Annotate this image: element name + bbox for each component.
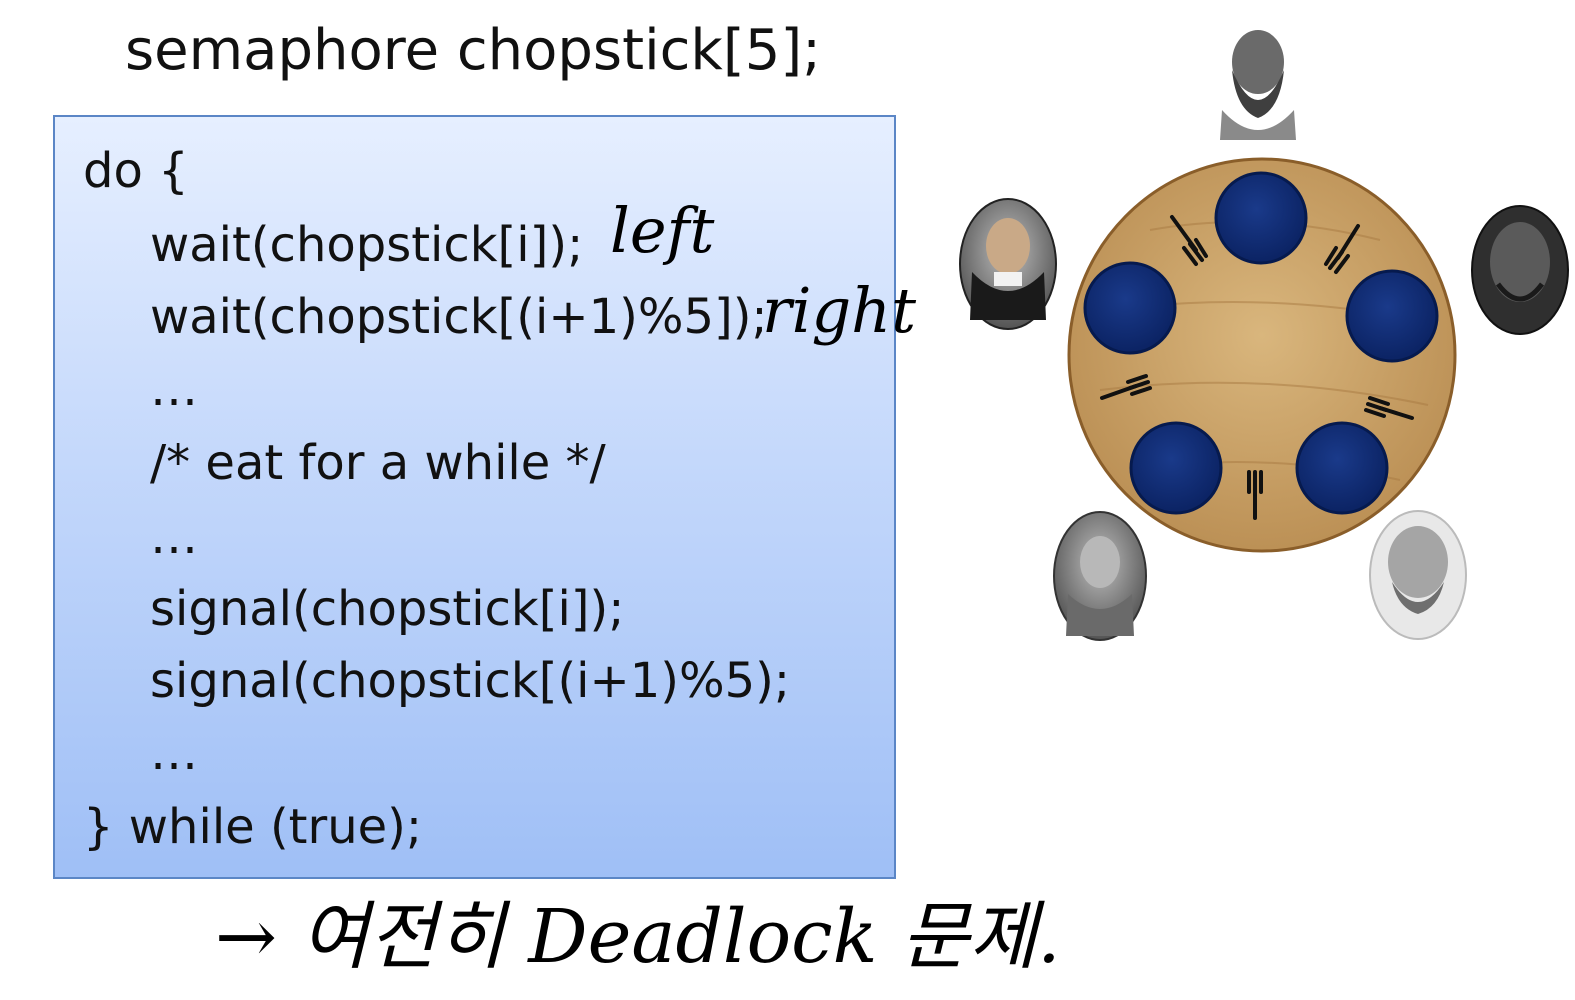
philosopher-portrait-icon xyxy=(959,198,1057,330)
svg-text:left: left xyxy=(610,194,714,267)
philosopher-portrait-icon xyxy=(1369,510,1467,640)
plate-icon xyxy=(1345,269,1439,363)
code-line-wait-left: wait(chopstick[i]); xyxy=(150,217,584,273)
code-line-do: do { xyxy=(83,143,189,199)
code-line-ellipsis-3: … xyxy=(150,725,198,781)
philosopher-portrait-icon xyxy=(1471,205,1569,335)
handwritten-left-label: left xyxy=(610,194,714,267)
slide-title: semaphore chopstick[5]; xyxy=(125,18,822,83)
code-block: do { wait(chopstick[i]); wait(chopstick[… xyxy=(53,115,896,879)
philosopher-portrait-icon xyxy=(1053,511,1147,641)
plate-icon xyxy=(1214,171,1308,265)
handwritten-deadlock-note: → 여전히 Deadlock 문제. xyxy=(215,894,1061,980)
plate-icon xyxy=(1295,421,1389,515)
plate-icon xyxy=(1083,261,1177,355)
code-line-signal-left: signal(chopstick[i]); xyxy=(150,581,625,637)
handwritten-right-label: right xyxy=(762,274,916,347)
svg-text:→ 여전히 Deadlock 문제.: → 여전히 Deadlock 문제. xyxy=(215,894,1061,980)
dining-philosophers-illustration xyxy=(959,22,1569,641)
code-line-while: } while (true); xyxy=(83,799,423,855)
philosopher-portrait-icon xyxy=(1220,22,1296,140)
code-line-signal-right: signal(chopstick[(i+1)%5); xyxy=(150,653,791,709)
code-line-ellipsis-2: … xyxy=(150,509,198,565)
code-line-wait-right: wait(chopstick[(i+1)%5]); xyxy=(150,289,768,345)
code-line-ellipsis-1: … xyxy=(150,361,198,417)
plate-icon xyxy=(1129,421,1223,515)
svg-text:right: right xyxy=(762,274,916,347)
code-line-comment: /* eat for a while */ xyxy=(150,435,606,491)
